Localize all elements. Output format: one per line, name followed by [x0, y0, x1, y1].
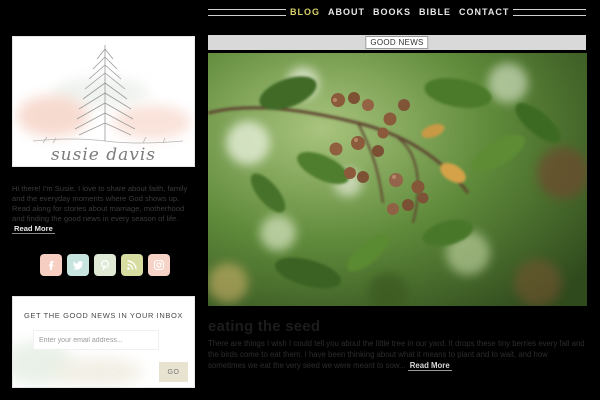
facebook-icon: [49, 261, 54, 270]
post-read-more-link[interactable]: Read More: [407, 361, 452, 371]
bio-paragraph: Hi there! I'm Susie. I love to share abo…: [12, 184, 188, 223]
email-input[interactable]: [33, 330, 159, 350]
subscribe-go-button[interactable]: GO: [159, 362, 188, 382]
bio-text: Hi there! I'm Susie. I love to share abo…: [12, 184, 195, 234]
post-excerpt: There are things I wish I could tell you…: [208, 338, 586, 371]
pinterest-button[interactable]: [94, 254, 116, 276]
featured-post-image[interactable]: [208, 53, 587, 306]
rss-button[interactable]: [121, 254, 143, 276]
section-label: GOOD NEWS: [365, 36, 429, 49]
nav-item-contact[interactable]: Contact: [455, 5, 514, 19]
pinterest-icon: [100, 259, 110, 271]
newsletter-title: GET THE GOOD NEWS IN YOUR INBOX: [23, 311, 184, 320]
rss-icon: [127, 260, 137, 270]
social-links: [40, 254, 170, 276]
nav-item-books[interactable]: Books: [369, 5, 416, 19]
twitter-button[interactable]: [67, 254, 89, 276]
site-logo[interactable]: susie davis: [12, 36, 195, 167]
newsletter-signup: GET THE GOOD NEWS IN YOUR INBOX GO: [12, 296, 195, 388]
nav-items: Blog About Books Bible Contact: [208, 5, 586, 19]
nav-item-blog[interactable]: Blog: [286, 5, 324, 19]
nav-item-about[interactable]: About: [324, 5, 369, 19]
bio-read-more-link[interactable]: Read More: [12, 224, 55, 234]
twitter-icon: [73, 261, 83, 270]
instagram-button[interactable]: [148, 254, 170, 276]
logo-text: susie davis: [50, 145, 157, 165]
facebook-button[interactable]: [40, 254, 62, 276]
watercolor-wash: [53, 357, 143, 387]
berry-branch-photo: [208, 53, 587, 306]
instagram-icon: [153, 259, 165, 271]
section-header-bar: GOOD NEWS: [208, 35, 586, 50]
nav-item-bible[interactable]: Bible: [415, 5, 456, 19]
post-title[interactable]: eating the seed: [208, 318, 320, 335]
top-nav: Blog About Books Bible Contact: [208, 5, 586, 19]
excerpt-text: There are things I wish I could tell you…: [208, 339, 585, 370]
